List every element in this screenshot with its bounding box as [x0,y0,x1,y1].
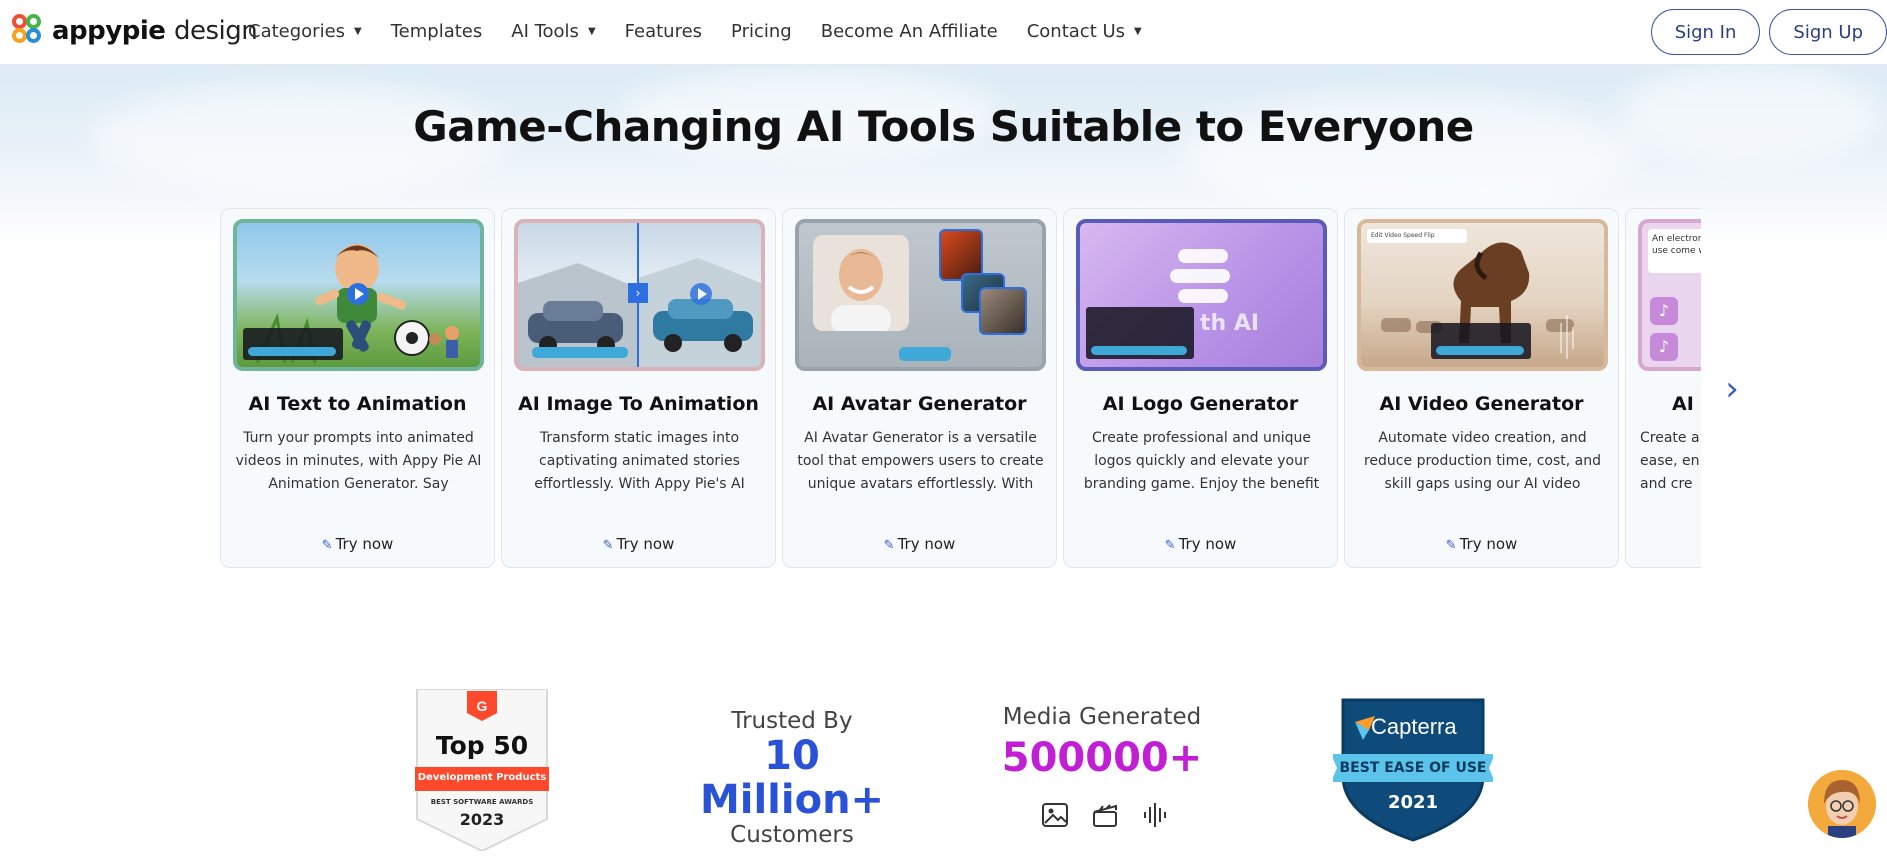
card-thumbnail [233,219,484,371]
card-title: AI Video Generator [1379,393,1584,415]
chevron-right-icon: › [628,283,648,303]
card-description: Create professional and unique logos qui… [1083,430,1320,492]
g2-award-badge: G Top 50 Development Products BEST SOFTW… [409,688,555,853]
nav-pricing[interactable]: Pricing [731,21,792,42]
card-thumbnail: Edit Video Speed Flip [1357,219,1608,371]
chat-assistant-avatar[interactable] [1808,770,1876,838]
trusted-by-stat: Trusted By 10 Million+ Customers [670,708,914,848]
nav-ai-tools[interactable]: AI Tools ▼ [511,21,595,42]
music-note-icon: ♪ [1650,333,1678,361]
card-thumbnail: › [514,219,765,371]
try-now-link[interactable]: ✎ Try now [1345,535,1618,553]
main-menu: Categories ▼ Templates AI Tools ▼ Features… [248,0,1171,62]
media-generated-stat: Media Generated 500000+ [990,704,1214,786]
customers-label: Customers [730,822,854,848]
brand-logo[interactable]: appypie design [12,14,258,48]
nav-templates[interactable]: Templates [391,21,483,42]
try-now-link[interactable]: ✎ Try now [221,535,494,553]
try-now-link[interactable]: ✎ Try now [1064,535,1337,553]
card-thumbnail: th AI [1076,219,1327,371]
card-description: Transform static images into captivating… [534,430,745,492]
avatar-photo [813,235,909,331]
tool-card-video-generator[interactable]: Edit Video Speed Flip AI Video Generator… [1344,208,1619,568]
try-now-link[interactable]: ✎ Try now [502,535,775,553]
media-generated-value: 500000+ [1001,735,1203,781]
chevron-down-icon: ▼ [587,25,596,37]
text-preview: An electronic where we use come when s [1648,229,1701,273]
play-icon [347,283,369,305]
video-toolbar: Edit Video Speed Flip [1367,229,1467,243]
play-icon [690,283,712,305]
nav-features[interactable]: Features [625,21,702,42]
svg-text:G: G [477,698,488,714]
chevron-right-icon: › [1725,369,1739,409]
prompt-overlay [1086,307,1194,359]
media-type-icons [1030,800,1180,830]
card-description: AI Avatar Generator is a versatile tool … [797,430,1044,492]
card-title: AI Image To Animation [518,393,759,415]
card-title: AI Text to Animation [248,393,467,415]
generate-bar [532,347,628,358]
chevron-down-icon: ▼ [354,25,362,37]
trusted-by-label: Trusted By [731,708,853,734]
assistant-avatar-icon [1808,770,1876,838]
trusted-by-value: 10 Million+ [699,733,885,823]
capterra-year: 2021 [1387,792,1439,813]
avatar-variant [979,287,1027,335]
magic-wand-icon: ✎ [1164,538,1176,553]
tool-card-logo-generator[interactable]: th AI AI Logo Generator Create professio… [1063,208,1338,568]
media-generated-label: Media Generated [1002,704,1202,730]
tool-card-image-to-animation[interactable]: › AI Image To Animation Transform static… [501,208,776,568]
card-thumbnail: An electronic where we use come when s ♪… [1638,219,1701,371]
magic-wand-icon: ✎ [1445,538,1457,553]
magic-wand-icon: ✎ [321,538,333,553]
g2-top-label: Top 50 [435,731,529,760]
music-note-icon: ♪ [1650,297,1678,325]
capterra-ribbon-text: BEST EASE OF USE [1339,760,1487,776]
card-title: AI M [1672,393,1701,415]
card-title: AI Avatar Generator [812,393,1027,415]
audio-wave-icon [1140,800,1170,830]
capterra-name: Capterra [1371,714,1457,739]
sign-in-button[interactable]: Sign In [1650,9,1761,55]
try-now-link[interactable]: ✎ Try now [783,535,1056,553]
card-description: Automate video creation, and reduce prod… [1363,430,1602,492]
ai-tools-carousel: AI Text to Animation Turn your prompts i… [220,208,1701,570]
g2-ribbon-text: Development Products [417,772,547,783]
image-icon [1040,800,1070,830]
tool-card-avatar-generator[interactable]: AI Avatar Generator AI Avatar Generator … [782,208,1057,568]
logo-preview-text: th AI [1200,311,1260,336]
g2-year: 2023 [459,810,505,829]
chevron-down-icon: ▼ [1134,25,1142,37]
logo-icon [12,14,46,48]
carousel-next-button[interactable]: › [1712,364,1752,414]
tool-card-text-to-animation[interactable]: AI Text to Animation Turn your prompts i… [220,208,495,568]
prompt-overlay [1431,323,1531,359]
magic-wand-icon: ✎ [883,538,895,553]
card-description: Create a ease, en and cre [1640,430,1700,492]
nav-become-affiliate[interactable]: Become An Affiliate [821,21,998,42]
prompt-overlay [243,328,343,360]
g2-sub-text: BEST SOFTWARE AWARDS [430,798,534,806]
nav-categories[interactable]: Categories ▼ [248,21,362,42]
auth-buttons: Sign In Sign Up [1642,9,1887,55]
card-description: Turn your prompts into animated videos i… [235,430,482,492]
sign-up-button[interactable]: Sign Up [1769,9,1887,55]
section-headline: Game-Changing AI Tools Suitable to Every… [413,102,1474,151]
card-thumbnail [795,219,1046,371]
card-title: AI Logo Generator [1102,393,1299,415]
tool-card-partial[interactable]: An electronic where we use come when s ♪… [1625,208,1701,568]
brand-name: appypie design [52,16,258,46]
clapperboard-icon [1090,800,1120,830]
nav-contact-us[interactable]: Contact Us ▼ [1027,21,1142,42]
capterra-award-badge: Capterra BEST EASE OF USE 2021 [1331,696,1495,842]
generate-button-mock [899,347,951,361]
top-navbar: appypie design Categories ▼ Templates AI … [0,0,1887,65]
magic-wand-icon: ✎ [602,538,614,553]
